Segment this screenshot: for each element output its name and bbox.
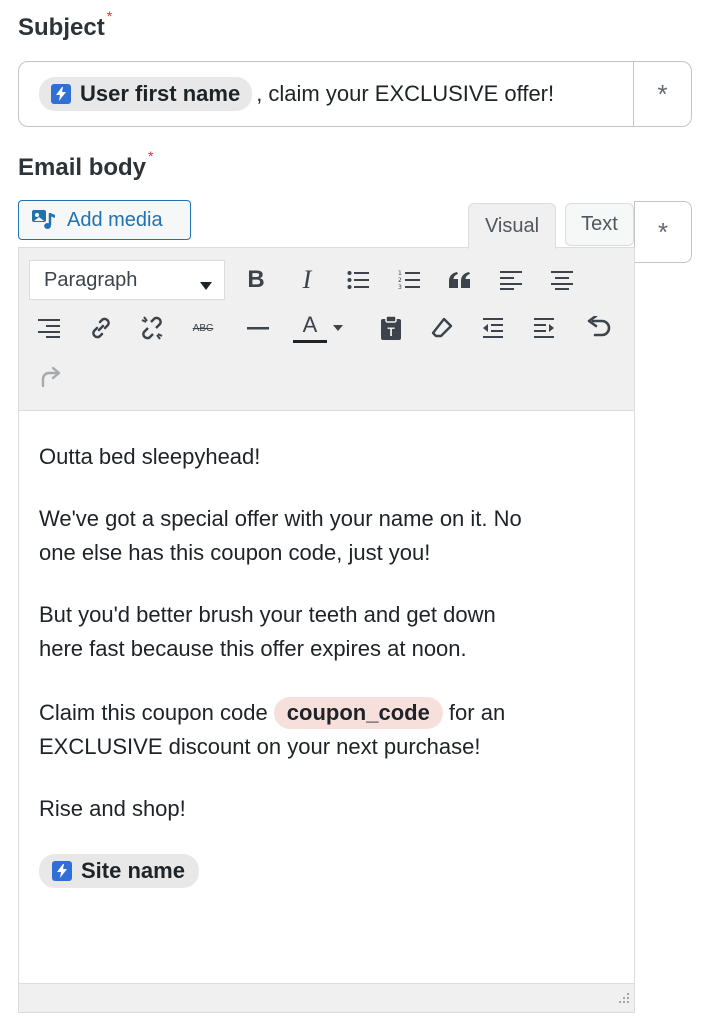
- italic-icon: I: [302, 265, 312, 294]
- subject-label-text: Subject: [18, 14, 105, 41]
- blockquote-icon: [449, 272, 470, 288]
- dropdown-caret-icon: [200, 274, 212, 297]
- bulleted-list-button[interactable]: [340, 262, 376, 298]
- site-name-token[interactable]: Site name: [39, 854, 199, 888]
- required-mark: *: [148, 148, 154, 164]
- subject-field[interactable]: User first name , claim your EXCLUSIVE o…: [18, 61, 692, 127]
- paragraph-text: Outta bed sleepyhead!: [39, 444, 261, 469]
- token-label: User first name: [80, 81, 241, 106]
- svg-text:2: 2: [398, 277, 402, 284]
- paragraph-text: Rise and shop!: [39, 796, 186, 821]
- strikethrough-icon: ABC: [192, 322, 214, 334]
- blockquote-button[interactable]: [442, 262, 478, 298]
- format-select[interactable]: Paragraph: [29, 260, 225, 300]
- redo-button[interactable]: [33, 360, 69, 396]
- italic-button[interactable]: I: [289, 262, 325, 298]
- coupon-code-token[interactable]: coupon_code: [273, 697, 443, 729]
- paste-as-text-button[interactable]: T: [373, 310, 409, 346]
- resize-handle-icon[interactable]: [616, 990, 630, 1009]
- subject-merge-tag-button[interactable]: *: [633, 62, 691, 126]
- text-color-button[interactable]: A: [291, 310, 329, 346]
- editor-toolbar: Paragraph B I 123 ABC A T: [19, 248, 634, 411]
- required-mark: *: [106, 8, 113, 24]
- undo-icon: [587, 316, 611, 337]
- editor: Paragraph B I 123 ABC A T Outta bed slee…: [18, 247, 635, 1013]
- svg-text:1: 1: [398, 270, 402, 277]
- paragraph-text: one else has this coupon code, just you!: [39, 540, 431, 565]
- paragraph-text: here fast because this offer expires at …: [39, 636, 467, 661]
- link-icon: [92, 317, 110, 339]
- media-icon: [31, 209, 57, 231]
- align-center-icon: [551, 271, 573, 290]
- horizontal-line-button[interactable]: [240, 310, 276, 346]
- paragraph: Rise and shop!: [39, 792, 619, 826]
- align-left-button[interactable]: [493, 262, 529, 298]
- add-media-label: Add media: [67, 208, 163, 231]
- numbered-list-button[interactable]: 123: [391, 262, 427, 298]
- align-right-icon: [38, 319, 60, 338]
- bold-button[interactable]: B: [238, 262, 274, 298]
- subject-label: Subject *: [18, 8, 112, 42]
- bulleted-list-icon: [347, 271, 369, 289]
- outdent-icon: [483, 318, 503, 338]
- align-left-icon: [500, 271, 522, 290]
- user-first-name-token[interactable]: User first name: [39, 77, 253, 111]
- numbered-list-icon: 123: [398, 270, 420, 291]
- indent-button[interactable]: [526, 310, 562, 346]
- paragraph-text: We've got a special offer with your name…: [39, 506, 522, 531]
- token-label: Site name: [81, 858, 185, 883]
- align-center-button[interactable]: [544, 262, 580, 298]
- svg-text:3: 3: [398, 284, 402, 291]
- email-body-label-text: Email body: [18, 154, 147, 181]
- paragraph: Outta bed sleepyhead!: [39, 440, 619, 474]
- asterisk-icon: *: [657, 78, 668, 109]
- email-body-label: Email body *: [18, 148, 153, 182]
- insert-link-button[interactable]: [83, 310, 119, 346]
- indent-icon: [534, 318, 554, 338]
- paragraph: Claim this coupon code coupon_code for a…: [39, 696, 619, 764]
- paragraph: We've got a special offer with your name…: [39, 502, 619, 570]
- strikethrough-button[interactable]: ABC: [185, 310, 221, 346]
- paragraph-text: But you'd better brush your teeth and ge…: [39, 602, 496, 627]
- paragraph: Site name: [39, 854, 619, 888]
- svg-text:T: T: [387, 325, 395, 339]
- paragraph: But you'd better brush your teeth and ge…: [39, 598, 619, 666]
- bolt-icon: [51, 84, 71, 104]
- unlink-icon: [141, 316, 163, 340]
- bolt-icon: [52, 861, 72, 881]
- format-select-value: Paragraph: [44, 268, 138, 291]
- text-color-icon: A: [302, 311, 318, 337]
- paragraph-text: Claim this coupon code: [39, 700, 274, 725]
- redo-icon: [41, 366, 61, 388]
- add-media-button[interactable]: Add media: [18, 200, 191, 240]
- paragraph-text: for an: [442, 700, 506, 725]
- text-color-dropdown[interactable]: [329, 310, 347, 346]
- chevron-down-icon: [333, 325, 343, 331]
- undo-button[interactable]: [581, 310, 617, 346]
- bold-icon: B: [247, 266, 265, 293]
- text-color-swatch: [293, 339, 327, 343]
- subject-text: , claim your EXCLUSIVE offer!: [256, 81, 555, 106]
- outdent-button[interactable]: [475, 310, 511, 346]
- align-right-button[interactable]: [31, 310, 67, 346]
- tab-visual[interactable]: Visual: [468, 203, 556, 249]
- editor-statusbar: [19, 983, 634, 1012]
- horizontal-line-icon: [247, 327, 269, 330]
- clear-formatting-button[interactable]: [424, 310, 460, 346]
- body-merge-tag-button[interactable]: *: [634, 201, 692, 263]
- tab-text[interactable]: Text: [565, 203, 634, 246]
- subject-input[interactable]: User first name , claim your EXCLUSIVE o…: [19, 77, 633, 111]
- clipboard-icon: T: [381, 315, 401, 340]
- asterisk-icon: *: [657, 216, 669, 247]
- paragraph-text: EXCLUSIVE discount on your next purchase…: [39, 734, 481, 759]
- remove-link-button[interactable]: [134, 310, 170, 346]
- eraser-icon: [431, 317, 453, 338]
